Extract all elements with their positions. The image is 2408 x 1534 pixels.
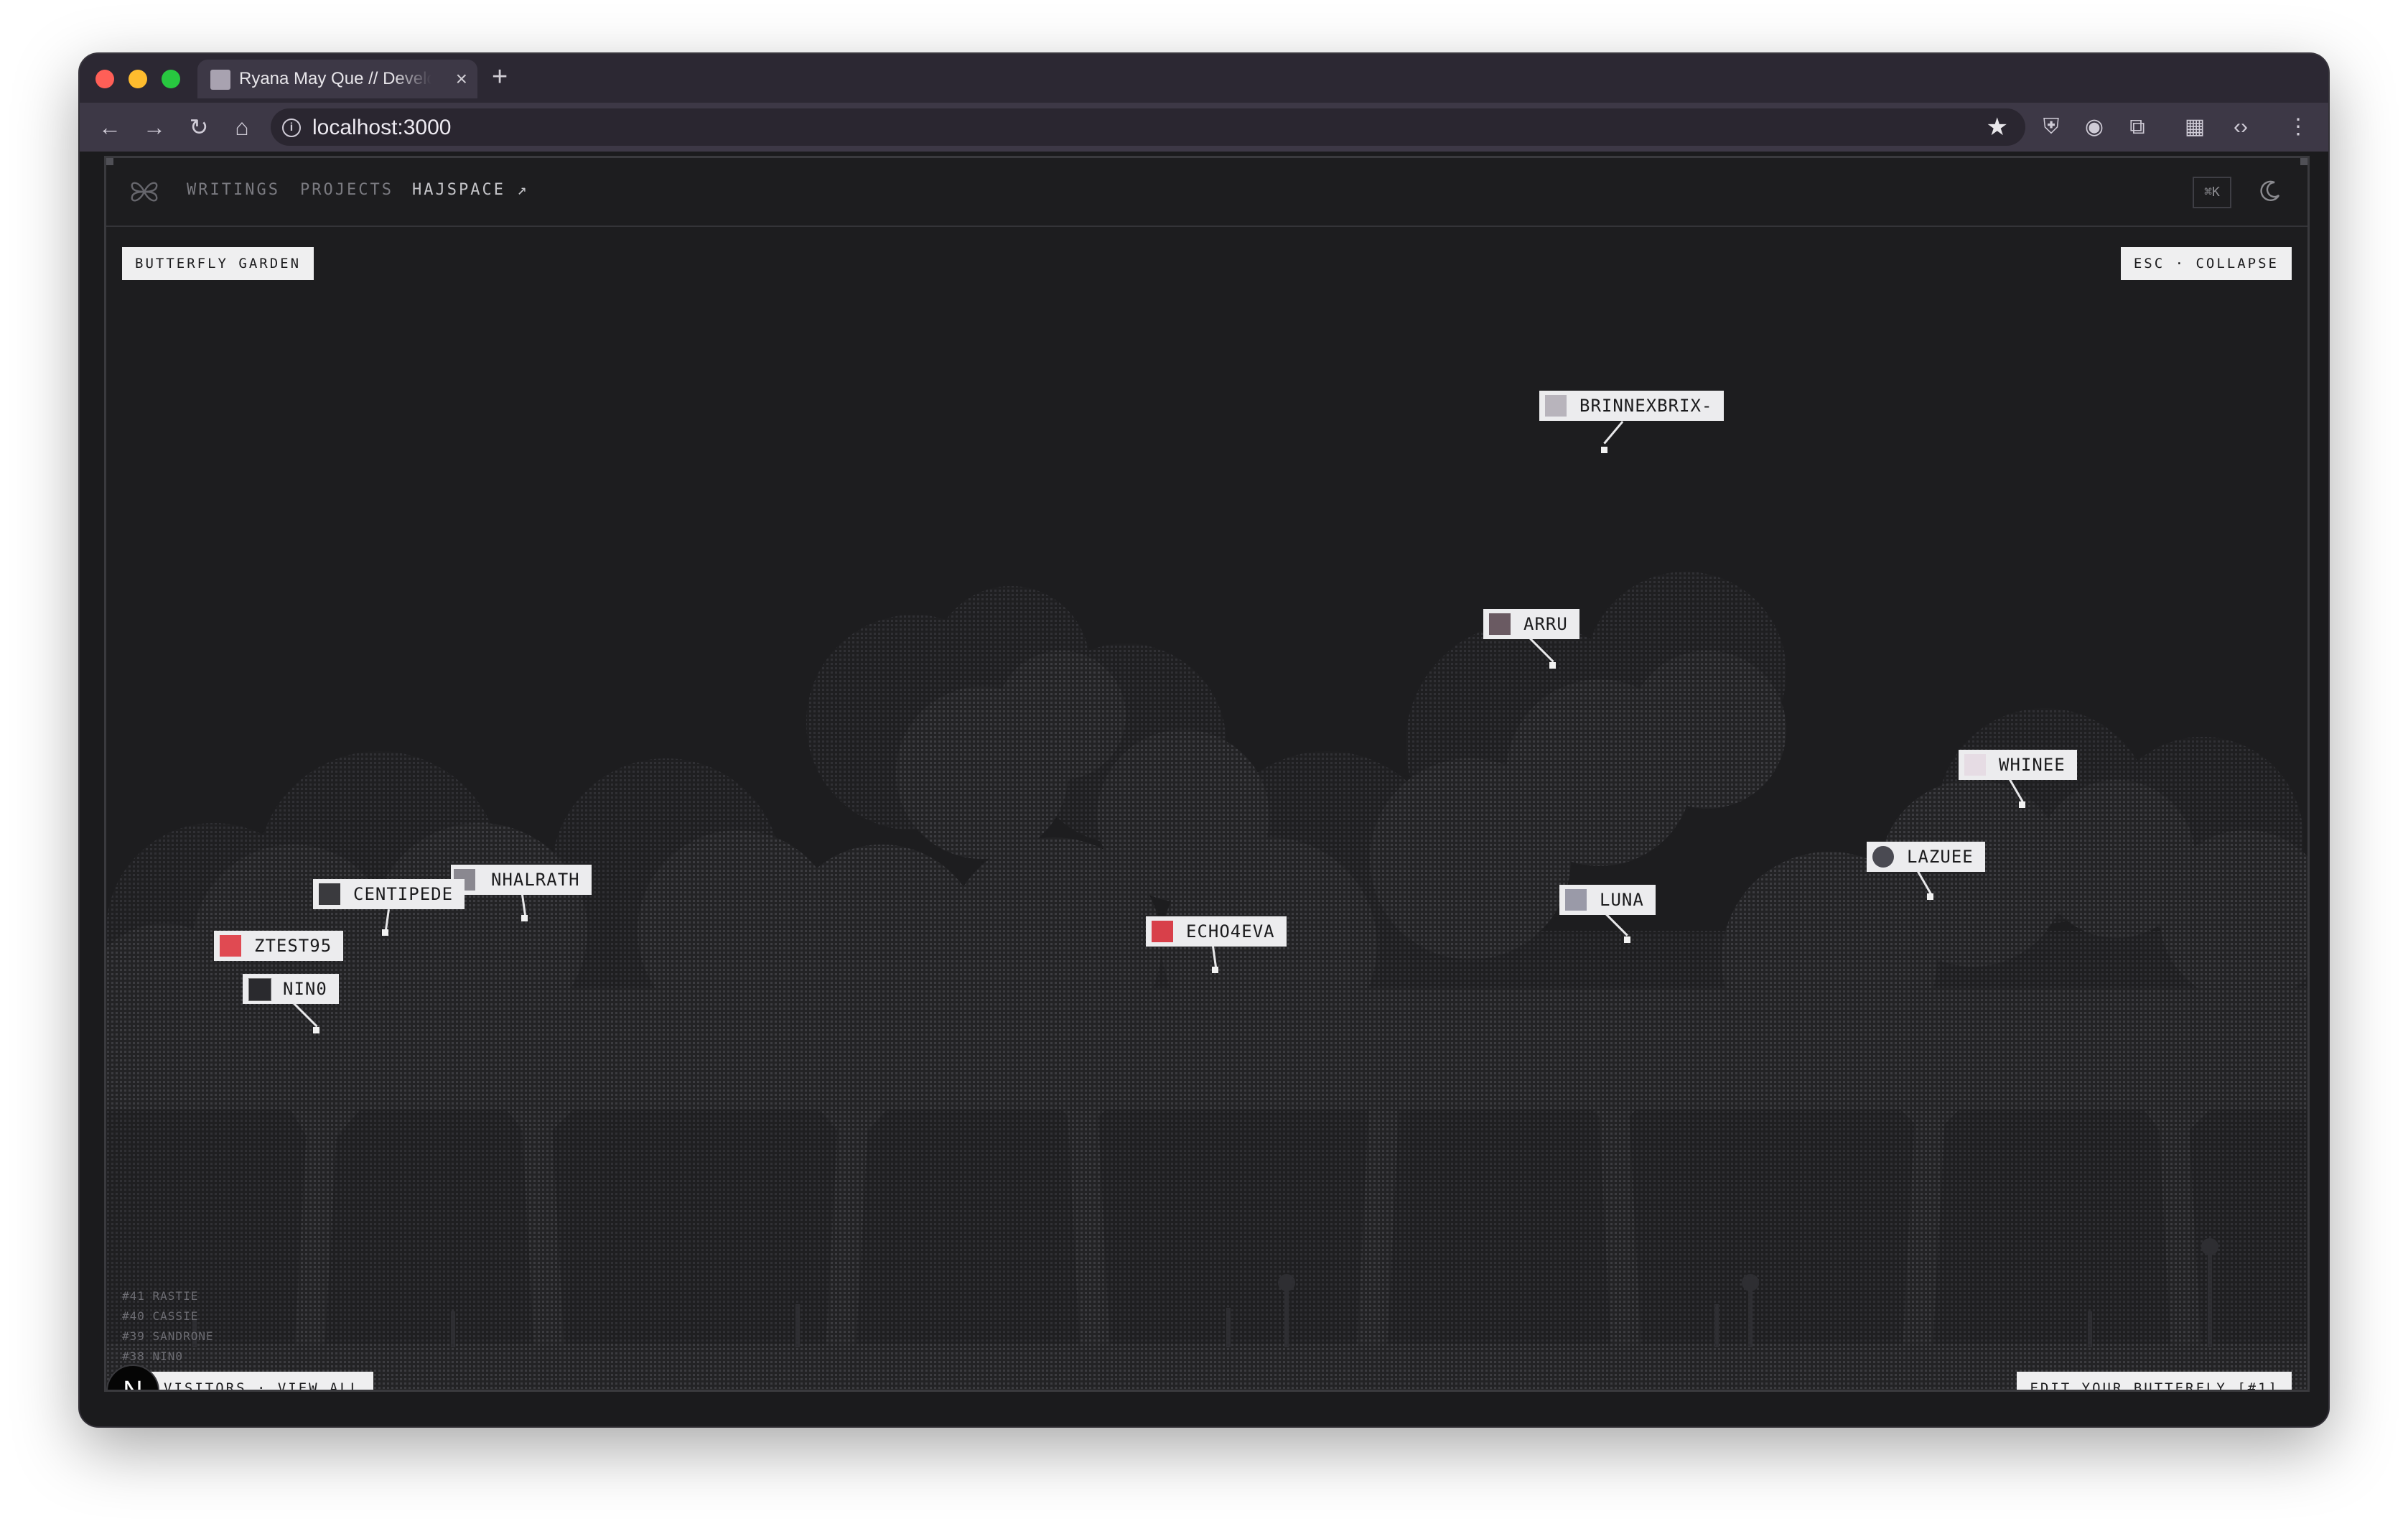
visitor-item[interactable]: #39 SANDRONE	[122, 1326, 214, 1347]
butterfly-centipede[interactable]: CENTIPEDE	[313, 879, 465, 909]
butterfly-name: BRINNEXBRIX-	[1579, 396, 1713, 416]
puzzle-extension-icon[interactable]: ⧉	[2123, 113, 2152, 141]
butterfly-arru[interactable]: ARRU	[1483, 609, 1579, 639]
butterfly-name: ZTEST95	[254, 936, 332, 956]
visitor-item[interactable]: #40 CASSIE	[122, 1306, 214, 1326]
nav-hajspace-label: HAJSPACE	[412, 181, 505, 199]
butterfly-luna[interactable]: LUNA	[1559, 885, 1656, 915]
close-window-button[interactable]	[95, 70, 114, 88]
butterfly-avatar	[1489, 613, 1511, 635]
nav-projects[interactable]: PROJECTS	[300, 181, 393, 199]
butterfly-garden: BUTTERFLY GARDEN ESC · COLLAPSE BRINNEXB…	[106, 227, 2307, 1390]
butterfly-dot[interactable]	[382, 929, 388, 936]
butterfly-avatar	[1964, 754, 1986, 776]
butterfly-name: NHALRATH	[491, 870, 580, 890]
bookmark-star-icon[interactable]: ★	[1987, 113, 2008, 141]
site-header: WRITINGS PROJECTS HAJSPACE ↗ ⌘K	[106, 158, 2307, 227]
butterfly-dot[interactable]	[521, 915, 528, 921]
collapse-button[interactable]: ESC · COLLAPSE	[2120, 247, 2292, 280]
forward-icon[interactable]: →	[140, 113, 169, 141]
butterfly-name: CENTIPEDE	[353, 884, 454, 904]
visitor-item[interactable]: #38 NIN0	[122, 1347, 214, 1367]
butterfly-avatar	[1565, 889, 1587, 911]
home-icon[interactable]: ⌂	[228, 113, 256, 141]
butterfly-name: ARRU	[1523, 614, 1568, 634]
url-text[interactable]: localhost:3000	[312, 116, 451, 140]
butterfly-ztest95[interactable]: ZTEST95	[214, 931, 344, 961]
kebab-menu-icon[interactable]: ⋮	[2284, 113, 2313, 141]
moon-theme-icon[interactable]	[2257, 178, 2283, 204]
edit-butterfly-button[interactable]: EDIT YOUR BUTTERFLY [#1]	[2017, 1372, 2292, 1390]
butterfly-avatar	[220, 935, 241, 957]
butterfly-avatar	[248, 978, 271, 1001]
site-frame: WRITINGS PROJECTS HAJSPACE ↗ ⌘K BUTTERFL…	[104, 156, 2310, 1392]
tab-bar: Ryana May Que // Developer × +	[80, 54, 2328, 103]
favicon-icon	[210, 70, 230, 90]
command-palette-shortcut[interactable]: ⌘K	[2193, 177, 2231, 208]
butterfly-dot[interactable]	[1927, 893, 1933, 900]
new-tab-button[interactable]: +	[492, 62, 508, 91]
butterfly-name: NIN0	[283, 979, 327, 999]
minimize-window-button[interactable]	[129, 70, 147, 88]
butterfly-nin0[interactable]: NIN0	[243, 974, 339, 1004]
nav-hajspace[interactable]: HAJSPACE ↗	[412, 181, 528, 199]
site-info-icon[interactable]: i	[282, 118, 301, 137]
external-link-icon: ↗	[517, 181, 529, 199]
tab-title: Ryana May Que // Developer	[239, 69, 431, 88]
butterfly-name: ECHO4EVA	[1186, 921, 1275, 942]
butterfly-name: WHINEE	[1999, 755, 2066, 775]
shield-extension-icon[interactable]: ⛨	[2037, 113, 2066, 141]
butterfly-avatar	[1545, 395, 1567, 417]
butterfly-dot[interactable]	[1601, 447, 1607, 453]
butterfly-dot[interactable]	[313, 1027, 319, 1033]
devtools-code-icon[interactable]: ‹›	[2226, 113, 2255, 141]
butterfly-brinnexbrix[interactable]: BRINNEXBRIX-	[1539, 391, 1725, 421]
butterfly-logo-icon[interactable]	[129, 177, 159, 207]
address-bar[interactable]: i localhost:3000 ★	[271, 108, 2025, 146]
browser-window: Ryana May Que // Developer × + ← → ↻ ⌂ i…	[80, 54, 2328, 1426]
butterfly-avatar	[1152, 921, 1173, 942]
garden-title: BUTTERFLY GARDEN	[122, 247, 314, 280]
forest-silhouette	[106, 572, 2307, 1390]
butterfly-name: LAZUEE	[1907, 847, 1974, 867]
reload-icon[interactable]: ↻	[185, 113, 213, 141]
browser-toolbar: ← → ↻ ⌂ i localhost:3000 ★ ⛨ ◉ ⧉ ▦ ‹› ⋮	[80, 103, 2328, 152]
back-icon[interactable]: ←	[95, 113, 124, 141]
butterfly-dot[interactable]	[1624, 936, 1630, 943]
butterfly-dot[interactable]	[1212, 967, 1218, 973]
page-viewport: WRITINGS PROJECTS HAJSPACE ↗ ⌘K BUTTERFL…	[80, 152, 2328, 1426]
maximize-window-button[interactable]	[162, 70, 180, 88]
butterfly-name: LUNA	[1600, 890, 1644, 910]
butterfly-dot[interactable]	[2019, 801, 2025, 808]
visitor-item[interactable]: #41 RASTIE	[122, 1286, 214, 1306]
tab-close-icon[interactable]: ×	[456, 67, 467, 91]
butterfly-nhalrath[interactable]: NHALRATH	[451, 865, 592, 895]
nav-writings[interactable]: WRITINGS	[187, 181, 280, 199]
butterfly-avatar	[1872, 846, 1894, 868]
butterfly-dot[interactable]	[1549, 662, 1556, 669]
butterfly-whinee[interactable]: WHINEE	[1959, 750, 2077, 780]
profile-extension-icon[interactable]: ◉	[2080, 113, 2109, 141]
butterfly-avatar	[319, 883, 340, 905]
qr-code-icon[interactable]: ▦	[2180, 113, 2209, 141]
butterfly-lazuee[interactable]: LAZUEE	[1867, 842, 1985, 872]
view-all-visitors-button[interactable]: VISITORS · VIEW ALL	[139, 1372, 374, 1390]
butterfly-echo4eva[interactable]: ECHO4EVA	[1146, 916, 1287, 947]
browser-tab[interactable]: Ryana May Que // Developer ×	[197, 60, 477, 98]
